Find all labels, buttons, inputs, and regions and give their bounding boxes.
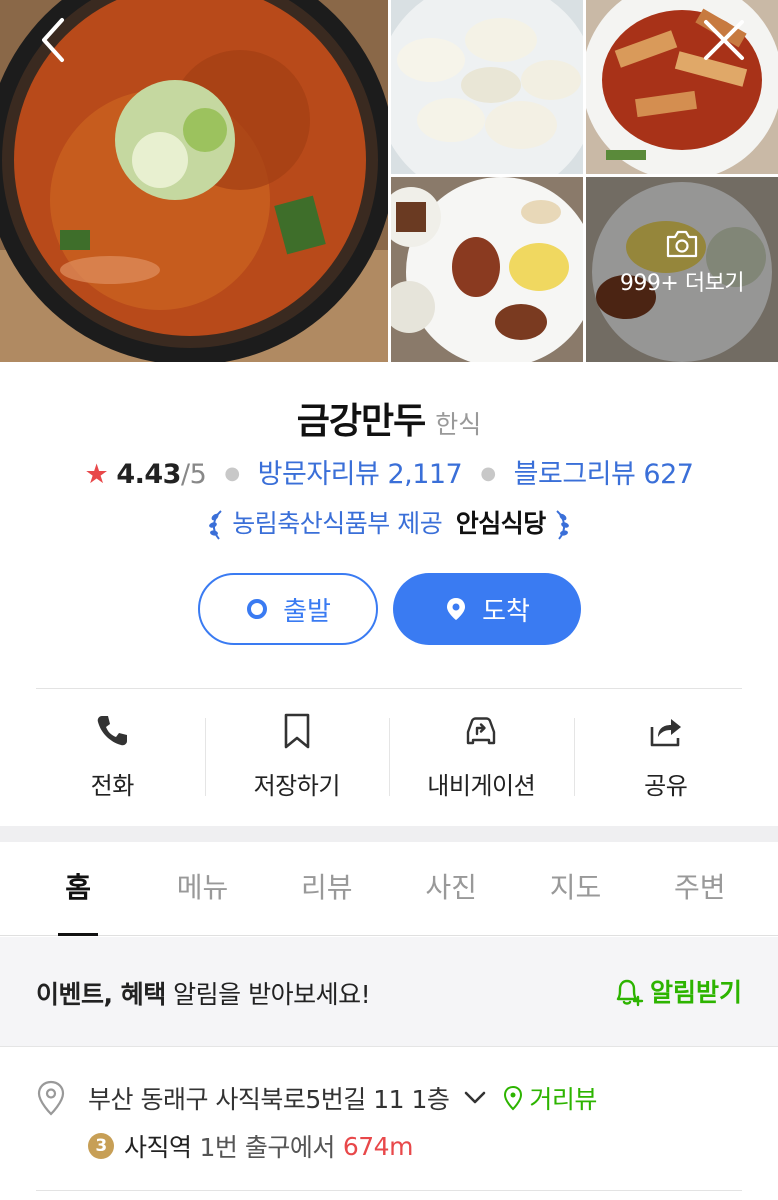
- station-distance: 674m: [342, 1131, 414, 1161]
- tab-nearby[interactable]: 주변: [638, 842, 762, 935]
- back-button[interactable]: [30, 14, 82, 66]
- arrive-label: 도착: [482, 596, 530, 627]
- navigation-label: 내비게이션: [427, 772, 536, 800]
- rating-max: /5: [180, 459, 207, 490]
- visitor-reviews-link[interactable]: 방문자리뷰 2,117: [258, 459, 463, 490]
- street-view-label: 거리뷰: [529, 1085, 597, 1114]
- separator-dot: ●: [224, 463, 240, 484]
- section-separator: [0, 826, 778, 842]
- tab-review[interactable]: 리뷰: [265, 842, 389, 935]
- cert-provider: 농림축산식품부 제공: [232, 509, 443, 538]
- close-icon: [704, 20, 744, 60]
- chevron-down-icon[interactable]: [463, 1090, 487, 1106]
- share-icon: [650, 719, 681, 747]
- tab-photos[interactable]: 사진: [389, 842, 513, 935]
- street-view-pin-icon: [504, 1085, 523, 1111]
- subscribe-label: 알림받기: [649, 978, 742, 1007]
- blog-reviews-link[interactable]: 블로그리뷰 627: [514, 459, 694, 490]
- divider: [36, 688, 742, 689]
- photo-gallery[interactable]: 999+ 더보기: [0, 0, 778, 362]
- separator-dot: ●: [480, 463, 496, 484]
- subway-info: 3 사직역 1번 출구에서 674m: [88, 1128, 413, 1164]
- station-name: 사직역: [124, 1133, 192, 1162]
- cert-name: 안심식당: [455, 509, 547, 538]
- tab-bar: 홈 메뉴 리뷰 사진 지도 주변: [0, 842, 778, 936]
- camera-icon: [666, 230, 698, 258]
- more-photos-count: 999+ 더보기: [619, 271, 745, 296]
- subscribe-alert-button[interactable]: 알림받기: [614, 973, 742, 1009]
- call-label: 전화: [90, 772, 135, 800]
- tab-home[interactable]: 홈: [16, 842, 140, 936]
- start-label: 출발: [283, 596, 331, 627]
- notice-text: 이벤트, 혜택 알림을 받아보세요!: [36, 975, 371, 1011]
- bookmark-icon: [284, 713, 310, 749]
- tab-menu[interactable]: 메뉴: [140, 842, 264, 935]
- car-navigation-icon: [467, 717, 496, 745]
- address-text[interactable]: 부산 동래구 사직북로5번길 11 1층: [88, 1080, 450, 1116]
- action-bar: 전화 저장하기 내비게이션 공유: [20, 708, 758, 808]
- address-row: 부산 동래구 사직북로5번길 11 1층 거리뷰: [36, 1080, 597, 1116]
- laurel-right-icon: [553, 508, 571, 542]
- safe-restaurant-badge: 농림축산식품부 제공 안심식당: [0, 504, 778, 542]
- save-label: 저장하기: [253, 772, 341, 800]
- close-button[interactable]: [698, 14, 750, 66]
- side-dish-photo[interactable]: [391, 177, 583, 362]
- event-notice-bar: 이벤트, 혜택 알림을 받아보세요! 알림받기: [0, 937, 778, 1047]
- share-label: 공유: [644, 772, 688, 800]
- rating-value: 4.43: [116, 459, 181, 490]
- notice-bold: 이벤트, 혜택: [36, 980, 166, 1009]
- more-photos-label[interactable]: 999+ 더보기: [586, 229, 778, 297]
- arrive-button[interactable]: 도착: [393, 573, 581, 645]
- station-exit: 1번 출구에서: [199, 1133, 336, 1162]
- bell-plus-icon: [616, 979, 644, 1007]
- dumplings-photo[interactable]: [391, 0, 583, 174]
- phone-icon: [97, 716, 128, 746]
- call-button[interactable]: 전화: [20, 708, 205, 808]
- start-point-icon: [247, 599, 268, 619]
- street-view-link[interactable]: 거리뷰: [503, 1080, 597, 1116]
- share-button[interactable]: 공유: [573, 708, 759, 808]
- subway-line-badge: 3: [88, 1133, 114, 1159]
- chevron-left-icon: [42, 18, 64, 62]
- notice-rest: 알림을 받아보세요!: [165, 980, 371, 1009]
- star-icon: ★: [84, 459, 109, 490]
- more-photos-tile[interactable]: 999+ 더보기: [586, 177, 778, 362]
- navigation-button[interactable]: 내비게이션: [389, 708, 574, 808]
- place-category: 한식: [435, 410, 482, 439]
- laurel-left-icon: [207, 508, 225, 542]
- map-pin-icon: [37, 1080, 65, 1116]
- place-name: 금강만두: [296, 401, 426, 442]
- start-button[interactable]: 출발: [198, 573, 378, 645]
- review-stats: ★ 4.43/5 ● 방문자리뷰 2,117 ● 블로그리뷰 627: [0, 452, 778, 491]
- tab-map[interactable]: 지도: [513, 842, 637, 935]
- save-button[interactable]: 저장하기: [204, 708, 390, 808]
- place-title: 금강만두 한식: [0, 392, 778, 444]
- divider: [36, 1190, 742, 1191]
- location-pin-icon: [447, 598, 466, 620]
